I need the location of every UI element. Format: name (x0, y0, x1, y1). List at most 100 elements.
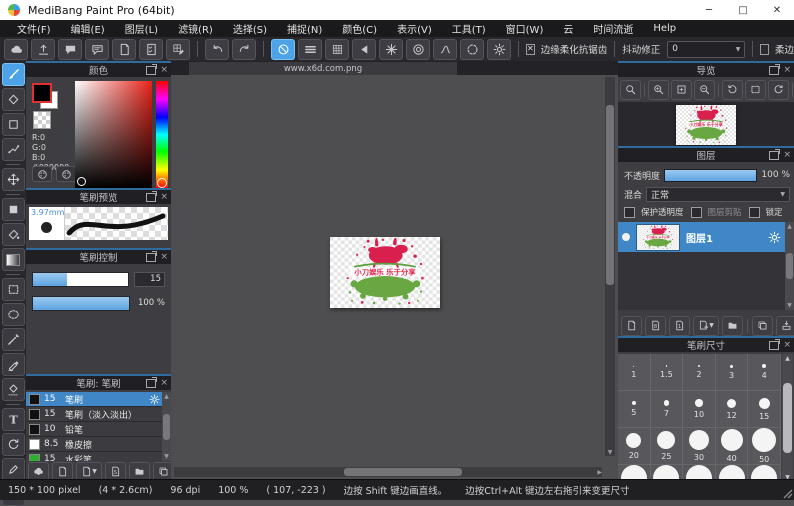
menu-item-5[interactable]: 选择(S) (224, 21, 276, 36)
soft-edge-checkbox[interactable] (760, 44, 769, 55)
brush-size-cell[interactable]: 40 (716, 428, 749, 465)
magic-wand-tool[interactable] (2, 328, 25, 351)
protect-alpha-checkbox[interactable] (624, 207, 635, 218)
menu-item-2[interactable]: 编辑(E) (62, 21, 114, 36)
brush-settings-gear-icon[interactable] (149, 394, 160, 405)
scroll-up-icon[interactable]: ▲ (787, 223, 792, 230)
canvas-tab[interactable]: www.x6d.com.png (189, 62, 457, 75)
correction-off-button[interactable] (271, 39, 295, 60)
close-icon[interactable]: × (160, 193, 168, 202)
select-pen-tool[interactable] (2, 353, 25, 376)
palette-add-button[interactable] (56, 166, 76, 182)
menu-item-4[interactable]: 滤镜(R) (169, 21, 222, 36)
menu-item-10[interactable]: 窗口(W) (497, 21, 553, 36)
popout-icon[interactable] (146, 253, 156, 262)
select-rect-tool[interactable] (2, 278, 25, 301)
maximize-button[interactable]: □ (726, 0, 760, 20)
eraser-tool[interactable] (2, 88, 25, 111)
scroll-right-icon[interactable]: ▶ (597, 469, 602, 476)
brush-list-item[interactable]: 10铅笔 (26, 422, 162, 437)
popout-icon[interactable] (769, 341, 779, 350)
parallel-snap-button[interactable] (298, 39, 322, 60)
undo-button[interactable] (205, 39, 229, 60)
brush-size-cell[interactable]: 2 (683, 354, 716, 391)
merge-layer-button[interactable] (776, 316, 794, 336)
scroll-thumb[interactable] (786, 253, 793, 279)
radial-snap-button[interactable] (379, 39, 403, 60)
polyline-tool[interactable] (2, 138, 25, 161)
popout-icon[interactable] (769, 151, 779, 160)
clipping-checkbox[interactable] (691, 207, 702, 218)
gradient-tool[interactable] (2, 248, 25, 271)
text-tool[interactable] (2, 408, 25, 431)
lock-checkbox[interactable] (749, 207, 760, 218)
canvas-image[interactable] (330, 237, 440, 308)
zoom-in-button[interactable] (648, 80, 669, 100)
brush-list-scrollbar[interactable]: ▲▼ (162, 392, 171, 461)
grid-snap-button[interactable] (325, 39, 349, 60)
brush-size-scrollbar[interactable]: ▲▼ (782, 354, 793, 482)
layer-visibility-icon[interactable] (622, 233, 630, 241)
publish-button[interactable] (31, 39, 55, 60)
close-icon[interactable]: × (160, 379, 168, 388)
menu-item-3[interactable]: 图层(L) (116, 21, 167, 36)
brush-list-item[interactable]: 15笔刷 (26, 392, 162, 407)
close-icon[interactable]: × (783, 151, 791, 160)
menu-item-12[interactable]: 时间流逝 (584, 21, 642, 36)
brush-size-cell[interactable]: 30 (683, 428, 716, 465)
zoom-out-button[interactable] (694, 80, 715, 100)
canvas-area[interactable]: www.x6d.com.png ▼ ▶ (171, 61, 618, 480)
blend-mode-dropdown[interactable]: 正常 ▼ (646, 187, 790, 202)
curve-snap-button[interactable] (433, 39, 457, 60)
brush-tool[interactable] (2, 63, 25, 86)
select-eraser-tool[interactable] (2, 378, 25, 401)
scroll-down-icon[interactable]: ▼ (608, 449, 613, 456)
canvas-hscrollbar[interactable]: ▶ (174, 467, 602, 477)
brush-size-cell[interactable]: 12 (716, 391, 749, 428)
rotate-left-button[interactable] (722, 80, 743, 100)
duplicate-layer-button[interactable] (752, 316, 773, 336)
brush-size-cell[interactable]: 1.5 (651, 354, 684, 391)
scroll-down-icon[interactable]: ▼ (787, 302, 792, 309)
material-grid-button[interactable] (166, 39, 190, 60)
shape-tool[interactable] (2, 113, 25, 136)
redo-button[interactable] (232, 39, 256, 60)
scroll-up-icon[interactable]: ▲ (785, 355, 790, 362)
brush-size-cell[interactable]: 50 (748, 428, 781, 465)
document-button[interactable] (112, 39, 136, 60)
move-tool[interactable] (2, 168, 25, 191)
brush-size-cell[interactable]: 3 (716, 354, 749, 391)
brush-opacity-slider[interactable] (32, 296, 130, 311)
menu-item-1[interactable]: 文件(F) (8, 21, 60, 36)
menu-item-6[interactable]: 捕捉(N) (278, 21, 331, 36)
canvas-vscrollbar[interactable]: ▼ (605, 77, 615, 456)
brush-list-item[interactable]: 15水彩笔 (26, 452, 162, 461)
brush-size-cell[interactable]: 4 (748, 354, 781, 391)
brush-size-cell[interactable]: 15 (748, 391, 781, 428)
layer-settings-gear-icon[interactable] (768, 231, 781, 244)
zoom-actual-button[interactable] (620, 80, 641, 100)
resize-grip[interactable] (781, 487, 793, 499)
palette-button[interactable] (32, 166, 52, 182)
brush-size-cell[interactable]: 10 (683, 391, 716, 428)
checklist-button[interactable] (139, 39, 163, 60)
foreground-color-swatch[interactable] (32, 83, 52, 103)
navigator-preview[interactable] (618, 102, 794, 148)
scroll-thumb[interactable] (606, 105, 614, 285)
scroll-up-icon[interactable]: ▲ (164, 393, 169, 400)
brush-size-cell[interactable]: 25 (651, 428, 684, 465)
saturation-value-picker[interactable] (75, 81, 152, 188)
snap-settings-button[interactable] (487, 39, 511, 60)
bucket-tool[interactable] (2, 223, 25, 246)
close-icon[interactable]: × (783, 341, 791, 350)
popout-icon[interactable] (146, 193, 156, 202)
fit-window-button[interactable] (671, 80, 692, 100)
layer-list-scrollbar[interactable]: ▲▼ (785, 222, 794, 310)
reset-view-button[interactable] (745, 80, 766, 100)
scroll-thumb[interactable] (344, 468, 462, 476)
stabilizer-dropdown[interactable]: 0 ▼ (667, 41, 745, 58)
minimize-button[interactable]: ─ (692, 0, 726, 20)
rotate-right-button[interactable] (768, 80, 789, 100)
brush-size-cell[interactable]: 20 (618, 428, 651, 465)
menu-item-7[interactable]: 颜色(C) (333, 21, 386, 36)
